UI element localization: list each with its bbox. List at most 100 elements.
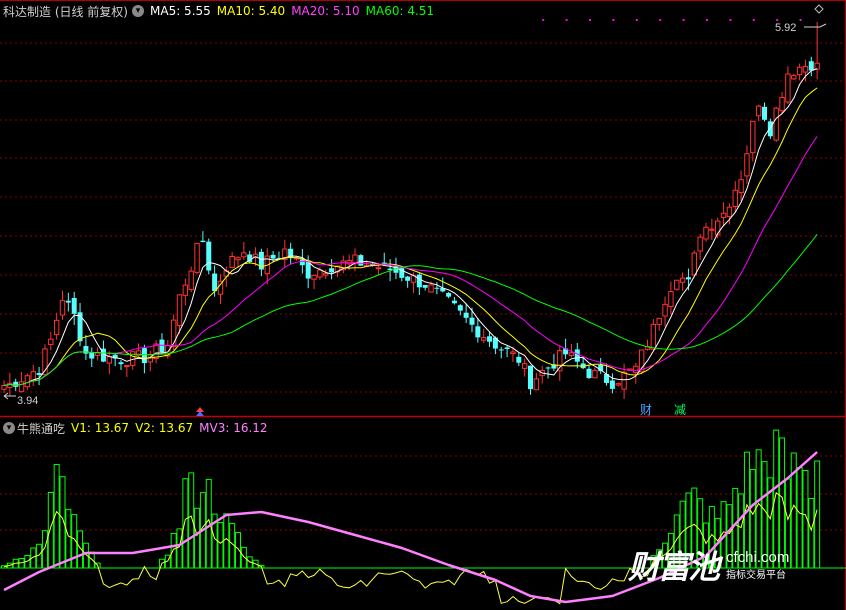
candle-body-up [656, 317, 662, 325]
signal-dot [542, 19, 545, 21]
candle-body-up [346, 260, 352, 265]
candle-body-down [141, 348, 147, 364]
ma5-label: MA5: 5.55 [150, 4, 211, 18]
candle-body-down [463, 312, 469, 318]
signal-dot [776, 19, 779, 21]
watermark-logo: 财富池 cfchi.com 指标交易平台 [628, 542, 789, 588]
signal-dot [635, 19, 638, 21]
candle-body-down [381, 262, 387, 264]
low-price-label: 3.94 [17, 395, 38, 407]
candle-body-down [469, 317, 475, 325]
candle-body-up [176, 294, 183, 326]
candle-body-up [633, 365, 639, 374]
candle-body-down [434, 287, 440, 289]
v2-label: V2: 13.67 [135, 421, 194, 435]
candle-body-up [1, 385, 7, 390]
indicator-title: 牛熊通吃 [17, 421, 66, 436]
candle-body-up [697, 236, 703, 252]
candle-body-up [796, 66, 803, 76]
ma10-line [3, 87, 818, 386]
candle-body-down [206, 241, 212, 271]
candle-body-up [106, 355, 112, 364]
candle-body-up [317, 269, 323, 278]
indicator-bar [796, 467, 803, 569]
signal-dot [799, 19, 802, 21]
candle-body-up [802, 65, 809, 73]
indicator-bar [176, 528, 183, 569]
candle-body-up [615, 383, 621, 386]
candle-body-up [53, 319, 60, 336]
indicator-bar [182, 478, 189, 569]
candle-body-up [709, 228, 715, 231]
candle-body-down [574, 349, 580, 362]
candle-body-down [405, 276, 411, 281]
candle-body-up [48, 338, 54, 345]
candle-body-down [159, 339, 165, 353]
ma60-label: MA60: 4.51 [365, 4, 435, 18]
candle-body-up [229, 255, 235, 268]
candle-body-up [235, 257, 241, 261]
candle-body-down [270, 254, 276, 259]
candle-body-down [528, 365, 533, 390]
watermark-url: cfchi.com [726, 549, 790, 566]
chart-canvas[interactable]: 5.92 3.94 财 减 [0, 0, 846, 610]
candle-body-down [77, 312, 83, 342]
candle-body-up [24, 375, 31, 388]
ma10-label: MA10: 5.40 [216, 4, 286, 18]
candle-body-down [200, 240, 206, 243]
candle-body-down [65, 300, 71, 303]
mv3-label: MV3: 16.12 [199, 421, 268, 435]
candle-body-up [510, 351, 516, 354]
candle-body-up [521, 363, 528, 369]
indicator-bar [194, 507, 201, 569]
candle-body-up [744, 153, 750, 177]
candle-body-up [674, 279, 680, 290]
v1-label: V1: 13.67 [71, 421, 130, 435]
candle-body-up [679, 277, 686, 283]
candle-body-down [212, 273, 218, 292]
candle-body-down [762, 106, 767, 120]
indicator-bar [170, 532, 177, 569]
candle-body-down [71, 297, 77, 314]
candle-body-up [650, 323, 657, 350]
indicator-bar [808, 498, 815, 569]
candle-body-down [358, 255, 364, 266]
candle-body-up [720, 212, 727, 218]
candle-body-down [498, 349, 504, 351]
candle-body-down [545, 367, 551, 369]
diamond-icon [814, 4, 824, 14]
candle-body-down [487, 336, 493, 342]
candle-body-down [586, 368, 592, 379]
candle-body-down [808, 61, 814, 71]
candle-body-up [481, 337, 487, 341]
high-price-arrow [804, 23, 827, 28]
candle-body-up [592, 369, 598, 379]
candle-body-down [446, 293, 452, 297]
candle-body-up [311, 274, 317, 280]
candle-body-up [703, 226, 709, 240]
candle-body-up [791, 75, 797, 80]
candle-body-up [779, 97, 785, 112]
signal-dot [729, 19, 732, 21]
candle-body-down [416, 274, 422, 288]
signal-dot [589, 19, 591, 21]
candle-body-up [182, 284, 189, 296]
high-price-label: 5.92 [775, 22, 796, 34]
candle-body-down [685, 277, 691, 280]
candle-body-up [428, 284, 434, 293]
candle-body-up [375, 267, 382, 270]
candle-body-down [609, 380, 615, 389]
candle-body-down [451, 300, 457, 304]
stock-chart-window: 5.92 3.94 财 减 科达制造 (日线 前复权) ▾ MA5: 5.55 MA1… [0, 0, 846, 610]
candle-body-up [18, 381, 25, 393]
ma20-label: MA20: 5.10 [291, 4, 360, 18]
candle-body-down [36, 373, 42, 375]
dropdown-chevron-icon[interactable]: ▾ [132, 5, 144, 17]
candle-body-up [691, 252, 697, 276]
indicator-bar [223, 513, 230, 569]
candle-body-up [568, 352, 575, 357]
candle-body-up [755, 105, 762, 117]
candle-body-up [732, 189, 738, 208]
candle-body-up [750, 120, 756, 154]
indicator-chevron-icon[interactable]: ▾ [3, 422, 15, 434]
